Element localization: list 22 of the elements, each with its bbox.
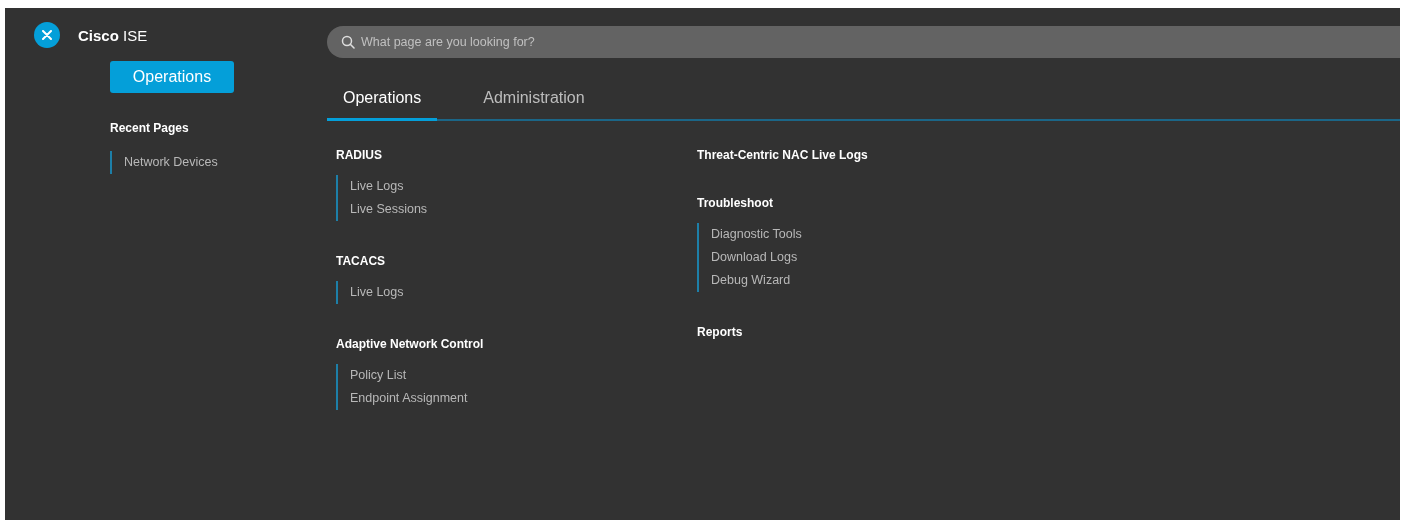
menu-section-heading: Troubleshoot [697, 195, 774, 211]
menu-section-heading: Reports [697, 324, 744, 340]
menu-section-heading: Threat-Centric NAC Live Logs [697, 147, 869, 163]
recent-pages-heading: Recent Pages [110, 121, 190, 135]
menu-link[interactable]: Live Logs [338, 281, 404, 304]
menu-link[interactable]: Endpoint Assignment [338, 387, 468, 410]
nav-tab[interactable]: Administration [467, 80, 601, 121]
menu-link[interactable]: Download Logs [699, 246, 798, 269]
search-field[interactable]: What page are you looking for? [327, 26, 1400, 58]
menu-link[interactable]: Policy List [338, 364, 407, 387]
menu-link[interactable]: Debug Wizard [699, 269, 791, 292]
recent-page-link[interactable]: Network Devices [112, 151, 218, 174]
menu-section-heading: RADIUS [336, 147, 383, 163]
menu-link[interactable]: Live Logs [338, 175, 404, 198]
menu-section-heading: Adaptive Network Control [336, 336, 485, 352]
menu-section-heading: TACACS [336, 253, 387, 269]
close-icon [42, 30, 52, 40]
menu-link[interactable]: Diagnostic Tools [699, 223, 802, 246]
nav-tab[interactable]: Operations [327, 80, 438, 121]
app-title: Cisco ISE [78, 26, 148, 44]
close-button[interactable] [34, 22, 60, 48]
menu-link[interactable]: Live Sessions [338, 198, 428, 221]
